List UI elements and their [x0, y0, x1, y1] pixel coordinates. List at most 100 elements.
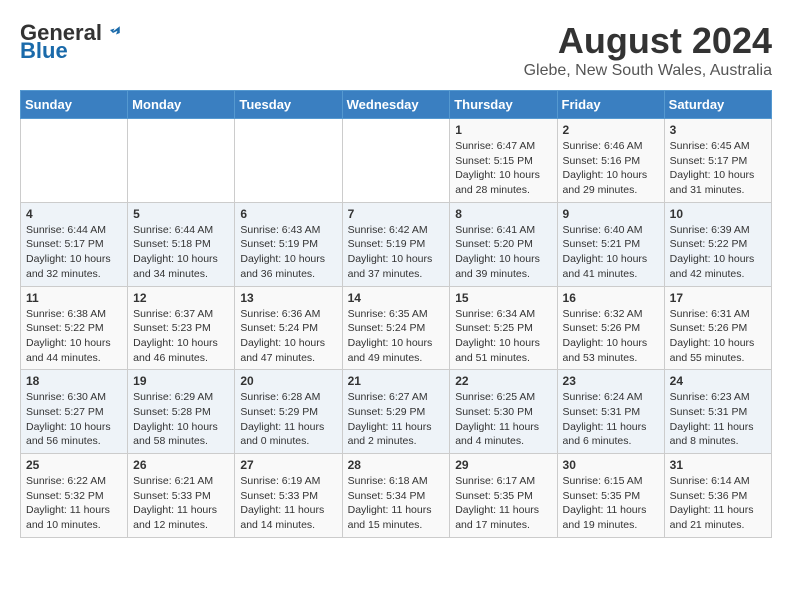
table-row: 29 Sunrise: 6:17 AM Sunset: 5:35 PM Dayl…: [450, 454, 557, 538]
day-info: Sunrise: 6:14 AM Sunset: 5:36 PM Dayligh…: [670, 474, 766, 533]
day-number: 12: [133, 291, 229, 305]
day-info: Sunrise: 6:43 AM Sunset: 5:19 PM Dayligh…: [240, 223, 336, 282]
day-info: Sunrise: 6:44 AM Sunset: 5:17 PM Dayligh…: [26, 223, 122, 282]
day-number: 28: [348, 458, 445, 472]
col-friday: Friday: [557, 91, 664, 119]
day-number: 14: [348, 291, 445, 305]
day-info: Sunrise: 6:23 AM Sunset: 5:31 PM Dayligh…: [670, 390, 766, 449]
day-info: Sunrise: 6:42 AM Sunset: 5:19 PM Dayligh…: [348, 223, 445, 282]
day-info: Sunrise: 6:21 AM Sunset: 5:33 PM Dayligh…: [133, 474, 229, 533]
calendar-week-2: 4 Sunrise: 6:44 AM Sunset: 5:17 PM Dayli…: [21, 202, 772, 286]
sunset-text: Sunset: 5:26 PM: [670, 322, 748, 334]
calendar-table: Sunday Monday Tuesday Wednesday Thursday…: [20, 90, 772, 538]
day-number: 7: [348, 207, 445, 221]
col-wednesday: Wednesday: [342, 91, 450, 119]
sunrise-text: Sunrise: 6:46 AM: [563, 140, 643, 152]
day-info: Sunrise: 6:34 AM Sunset: 5:25 PM Dayligh…: [455, 307, 551, 366]
table-row: 18 Sunrise: 6:30 AM Sunset: 5:27 PM Dayl…: [21, 370, 128, 454]
sunset-text: Sunset: 5:16 PM: [563, 155, 641, 167]
table-row: 20 Sunrise: 6:28 AM Sunset: 5:29 PM Dayl…: [235, 370, 342, 454]
day-info: Sunrise: 6:15 AM Sunset: 5:35 PM Dayligh…: [563, 474, 659, 533]
table-row: 28 Sunrise: 6:18 AM Sunset: 5:34 PM Dayl…: [342, 454, 450, 538]
day-number: 13: [240, 291, 336, 305]
sunrise-text: Sunrise: 6:24 AM: [563, 391, 643, 403]
day-info: Sunrise: 6:18 AM Sunset: 5:34 PM Dayligh…: [348, 474, 445, 533]
day-info: Sunrise: 6:24 AM Sunset: 5:31 PM Dayligh…: [563, 390, 659, 449]
daylight-text: Daylight: 10 hours and 56 minutes.: [26, 421, 111, 448]
daylight-text: Daylight: 10 hours and 41 minutes.: [563, 253, 648, 280]
day-info: Sunrise: 6:40 AM Sunset: 5:21 PM Dayligh…: [563, 223, 659, 282]
day-info: Sunrise: 6:36 AM Sunset: 5:24 PM Dayligh…: [240, 307, 336, 366]
day-number: 17: [670, 291, 766, 305]
sunset-text: Sunset: 5:26 PM: [563, 322, 641, 334]
day-number: 24: [670, 374, 766, 388]
table-row: 1 Sunrise: 6:47 AM Sunset: 5:15 PM Dayli…: [450, 119, 557, 203]
sunrise-text: Sunrise: 6:25 AM: [455, 391, 535, 403]
day-info: Sunrise: 6:39 AM Sunset: 5:22 PM Dayligh…: [670, 223, 766, 282]
sunset-text: Sunset: 5:32 PM: [26, 490, 104, 502]
day-number: 9: [563, 207, 659, 221]
daylight-text: Daylight: 10 hours and 36 minutes.: [240, 253, 325, 280]
day-number: 19: [133, 374, 229, 388]
sunrise-text: Sunrise: 6:31 AM: [670, 308, 750, 320]
daylight-text: Daylight: 10 hours and 53 minutes.: [563, 337, 648, 364]
table-row: 11 Sunrise: 6:38 AM Sunset: 5:22 PM Dayl…: [21, 286, 128, 370]
calendar-week-3: 11 Sunrise: 6:38 AM Sunset: 5:22 PM Dayl…: [21, 286, 772, 370]
table-row: 19 Sunrise: 6:29 AM Sunset: 5:28 PM Dayl…: [128, 370, 235, 454]
daylight-text: Daylight: 10 hours and 47 minutes.: [240, 337, 325, 364]
day-info: Sunrise: 6:29 AM Sunset: 5:28 PM Dayligh…: [133, 390, 229, 449]
day-number: 26: [133, 458, 229, 472]
day-info: Sunrise: 6:22 AM Sunset: 5:32 PM Dayligh…: [26, 474, 122, 533]
daylight-text: Daylight: 10 hours and 37 minutes.: [348, 253, 433, 280]
sunset-text: Sunset: 5:28 PM: [133, 406, 211, 418]
daylight-text: Daylight: 11 hours and 12 minutes.: [133, 504, 217, 531]
sunrise-text: Sunrise: 6:23 AM: [670, 391, 750, 403]
table-row: 8 Sunrise: 6:41 AM Sunset: 5:20 PM Dayli…: [450, 202, 557, 286]
table-row: 14 Sunrise: 6:35 AM Sunset: 5:24 PM Dayl…: [342, 286, 450, 370]
table-row: [235, 119, 342, 203]
daylight-text: Daylight: 10 hours and 28 minutes.: [455, 169, 540, 196]
sunrise-text: Sunrise: 6:27 AM: [348, 391, 428, 403]
daylight-text: Daylight: 11 hours and 15 minutes.: [348, 504, 432, 531]
daylight-text: Daylight: 10 hours and 42 minutes.: [670, 253, 755, 280]
day-number: 8: [455, 207, 551, 221]
sunset-text: Sunset: 5:20 PM: [455, 238, 533, 250]
sunset-text: Sunset: 5:23 PM: [133, 322, 211, 334]
day-info: Sunrise: 6:17 AM Sunset: 5:35 PM Dayligh…: [455, 474, 551, 533]
day-info: Sunrise: 6:31 AM Sunset: 5:26 PM Dayligh…: [670, 307, 766, 366]
sunrise-text: Sunrise: 6:47 AM: [455, 140, 535, 152]
day-number: 25: [26, 458, 122, 472]
sunrise-text: Sunrise: 6:40 AM: [563, 224, 643, 236]
day-number: 20: [240, 374, 336, 388]
day-number: 23: [563, 374, 659, 388]
sunset-text: Sunset: 5:22 PM: [26, 322, 104, 334]
day-number: 3: [670, 123, 766, 137]
calendar-week-1: 1 Sunrise: 6:47 AM Sunset: 5:15 PM Dayli…: [21, 119, 772, 203]
day-number: 5: [133, 207, 229, 221]
sunrise-text: Sunrise: 6:34 AM: [455, 308, 535, 320]
day-number: 6: [240, 207, 336, 221]
sunset-text: Sunset: 5:33 PM: [133, 490, 211, 502]
table-row: [342, 119, 450, 203]
sunset-text: Sunset: 5:21 PM: [563, 238, 641, 250]
sunset-text: Sunset: 5:30 PM: [455, 406, 533, 418]
day-info: Sunrise: 6:28 AM Sunset: 5:29 PM Dayligh…: [240, 390, 336, 449]
day-info: Sunrise: 6:25 AM Sunset: 5:30 PM Dayligh…: [455, 390, 551, 449]
day-info: Sunrise: 6:37 AM Sunset: 5:23 PM Dayligh…: [133, 307, 229, 366]
table-row: 25 Sunrise: 6:22 AM Sunset: 5:32 PM Dayl…: [21, 454, 128, 538]
table-row: 30 Sunrise: 6:15 AM Sunset: 5:35 PM Dayl…: [557, 454, 664, 538]
sunrise-text: Sunrise: 6:43 AM: [240, 224, 320, 236]
sunset-text: Sunset: 5:17 PM: [670, 155, 748, 167]
day-info: Sunrise: 6:27 AM Sunset: 5:29 PM Dayligh…: [348, 390, 445, 449]
day-number: 21: [348, 374, 445, 388]
sunset-text: Sunset: 5:15 PM: [455, 155, 533, 167]
day-info: Sunrise: 6:35 AM Sunset: 5:24 PM Dayligh…: [348, 307, 445, 366]
sunset-text: Sunset: 5:29 PM: [240, 406, 318, 418]
sunset-text: Sunset: 5:24 PM: [240, 322, 318, 334]
day-info: Sunrise: 6:32 AM Sunset: 5:26 PM Dayligh…: [563, 307, 659, 366]
day-info: Sunrise: 6:46 AM Sunset: 5:16 PM Dayligh…: [563, 139, 659, 198]
sunset-text: Sunset: 5:31 PM: [670, 406, 748, 418]
sunset-text: Sunset: 5:27 PM: [26, 406, 104, 418]
title-section: August 2024 Glebe, New South Wales, Aust…: [524, 20, 772, 80]
sunset-text: Sunset: 5:18 PM: [133, 238, 211, 250]
